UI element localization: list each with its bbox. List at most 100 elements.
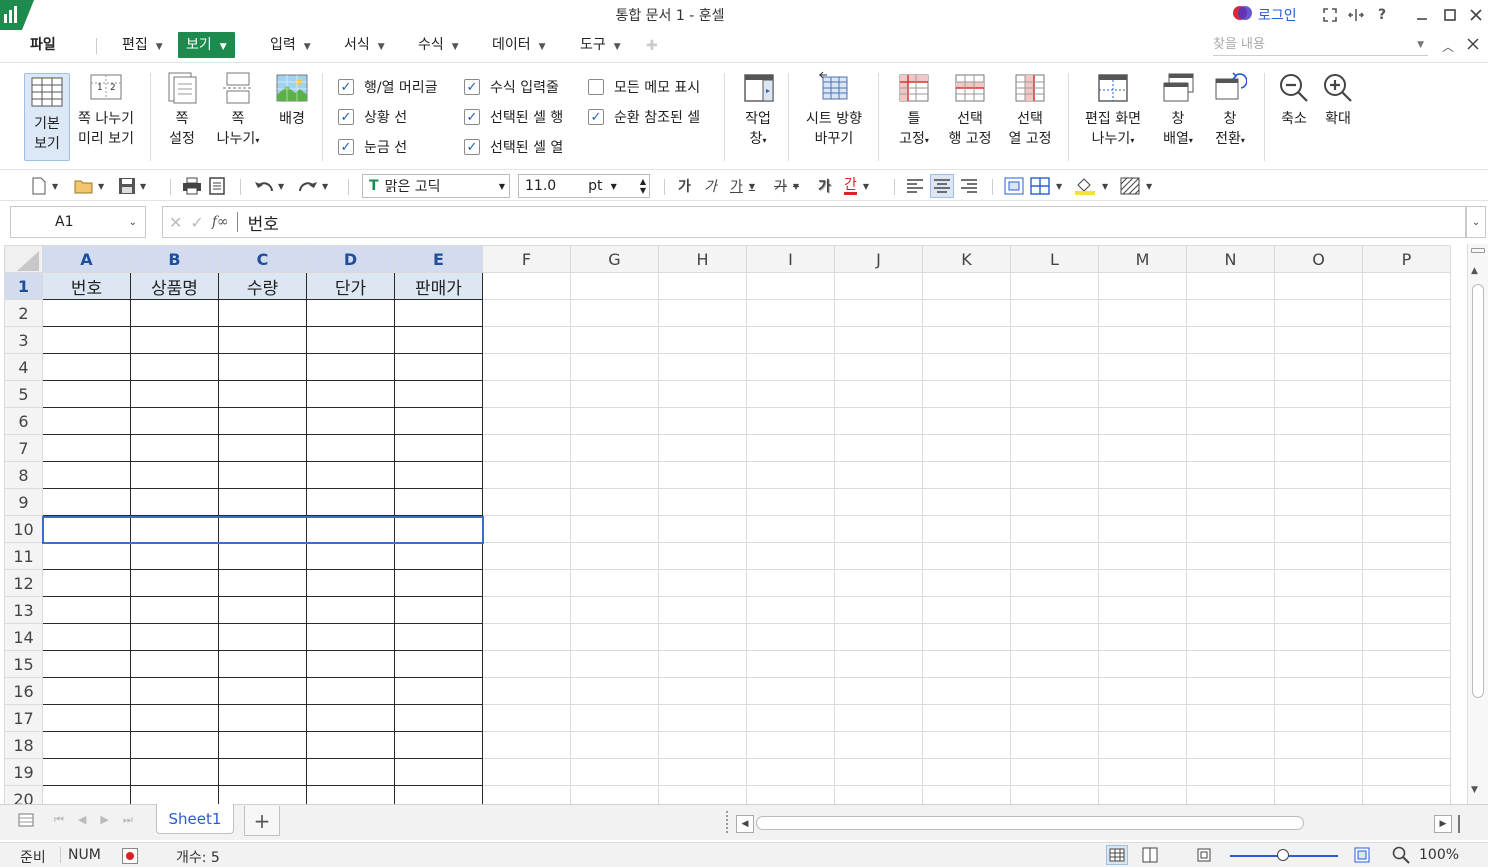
cell[interactable] [1186,677,1275,705]
cell[interactable] [130,488,219,516]
cell[interactable] [746,623,835,651]
cell[interactable] [130,677,219,705]
row-header[interactable]: 16 [4,677,43,705]
cell[interactable] [306,758,395,786]
cell[interactable] [306,731,395,759]
sheet-nav-icon[interactable]: ⏮◀▶⏭ [54,813,147,827]
fill-color-icon[interactable]: ▼ [1074,177,1108,195]
cell[interactable] [42,515,131,543]
cell[interactable] [658,731,747,759]
cell[interactable] [834,704,923,732]
cell[interactable] [218,677,307,705]
cell[interactable] [1098,434,1187,462]
cell[interactable] [1274,569,1363,597]
cell[interactable] [1010,596,1099,624]
cell[interactable] [746,434,835,462]
cell[interactable] [1274,650,1363,678]
cell[interactable] [922,542,1011,570]
cell[interactable] [1186,326,1275,354]
cell[interactable] [482,623,571,651]
cell[interactable] [1010,677,1099,705]
cell[interactable] [394,380,483,408]
cell[interactable] [42,434,131,462]
cell[interactable] [1274,488,1363,516]
cell[interactable] [1362,623,1451,651]
cell[interactable] [1186,731,1275,759]
row-header[interactable]: 7 [4,434,43,462]
cell[interactable] [1098,488,1187,516]
cell[interactable] [834,731,923,759]
row-header[interactable]: 3 [4,326,43,354]
split-view-button[interactable]: 편집 화면 나누기▾ [1080,71,1146,151]
cell[interactable] [42,380,131,408]
cell[interactable] [1010,434,1099,462]
cell[interactable] [1362,461,1451,489]
checkbox-formula-bar[interactable]: ✓ 수식 입력줄 [464,77,559,97]
cell[interactable] [218,704,307,732]
cell[interactable] [834,326,923,354]
cell[interactable] [1362,704,1451,732]
cell[interactable] [746,353,835,381]
checkbox-status-line[interactable]: ✓ 상황 선 [338,107,407,127]
zoom-fit-icon[interactable] [1354,847,1370,867]
cell[interactable] [922,785,1011,804]
cell[interactable] [482,380,571,408]
italic-button[interactable]: 가 [704,177,717,195]
cell[interactable] [570,542,659,570]
column-header[interactable]: H [658,245,747,273]
cell[interactable] [218,434,307,462]
normal-view-status-icon[interactable] [1106,845,1128,865]
cell[interactable] [42,569,131,597]
cell[interactable] [1010,326,1099,354]
zoom-slider-thumb[interactable] [1277,849,1289,861]
cell[interactable] [394,785,483,804]
cell[interactable] [834,785,923,804]
cell[interactable] [394,515,483,543]
cell[interactable] [482,731,571,759]
cell[interactable] [218,758,307,786]
horizontal-scroll-thumb[interactable] [756,816,1304,830]
cell[interactable] [1362,515,1451,543]
arrange-windows-button[interactable]: 창 배열▾ [1156,71,1200,151]
cell[interactable] [746,488,835,516]
cell[interactable] [1362,596,1451,624]
cell[interactable] [1362,650,1451,678]
cell[interactable] [306,704,395,732]
cell[interactable] [1098,785,1187,804]
cell[interactable] [130,569,219,597]
cell[interactable] [834,353,923,381]
cell[interactable] [1362,434,1451,462]
cell[interactable] [482,353,571,381]
column-header[interactable]: P [1362,245,1451,273]
cell[interactable] [570,758,659,786]
freeze-panes-button[interactable]: 틀 고정▾ [894,71,934,151]
cell[interactable]: 판매가 [394,272,483,300]
cell[interactable] [570,704,659,732]
cell[interactable] [1010,353,1099,381]
cell[interactable] [570,650,659,678]
cell[interactable] [130,380,219,408]
cell[interactable] [130,353,219,381]
cell[interactable] [482,461,571,489]
cell[interactable] [1098,758,1187,786]
row-header[interactable]: 18 [4,731,43,759]
cell[interactable] [1010,785,1099,804]
cell[interactable] [570,596,659,624]
cell[interactable] [306,650,395,678]
cell[interactable] [834,596,923,624]
sheet-direction-button[interactable]: 시트 방향 바꾸기 [802,71,866,149]
checkbox-selected-row[interactable]: ✓ 선택된 셀 행 [464,107,563,127]
cell[interactable] [218,299,307,327]
cell[interactable] [394,704,483,732]
save-icon[interactable]: ▼ [118,177,146,195]
cell[interactable] [658,461,747,489]
cell[interactable] [1186,272,1275,300]
zoom-search-icon[interactable] [1392,846,1410,867]
cell[interactable] [922,623,1011,651]
cell[interactable] [834,677,923,705]
function-icon[interactable]: f∞ [212,214,229,230]
cell[interactable] [306,434,395,462]
cell[interactable] [218,488,307,516]
close-icon[interactable] [1466,5,1486,25]
macro-record-icon[interactable] [122,848,138,864]
